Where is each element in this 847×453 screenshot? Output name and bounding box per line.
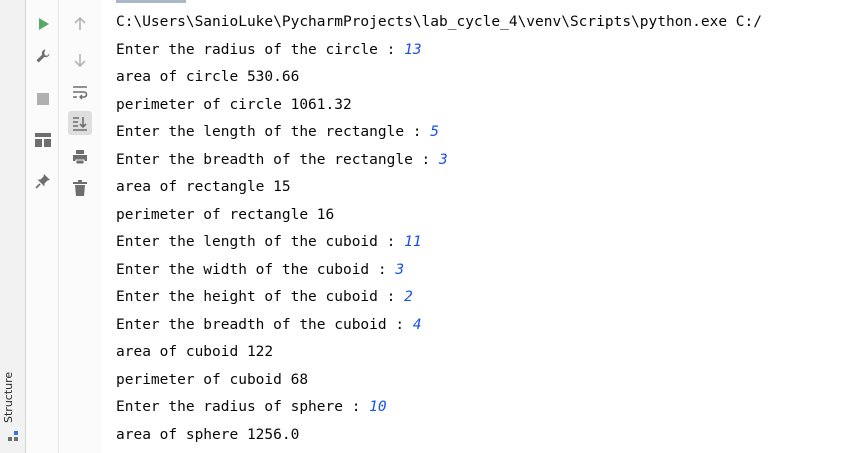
console-line-text: area of cuboid 122 (116, 344, 274, 360)
console-output[interactable]: C:\Users\SanioLuke\PycharmProjects\lab_c… (101, 0, 847, 453)
console-line: Enter the width of the cuboid : 3 (116, 260, 404, 280)
edit-configuration-button[interactable] (31, 44, 55, 68)
console-line: Enter the height of the cuboid : 2 (116, 287, 413, 307)
run-toolbar (26, 0, 59, 453)
console-line: perimeter of cuboid 68 (116, 370, 308, 390)
pin-tab-button[interactable] (31, 169, 55, 193)
console-line-command: C:\Users\SanioLuke\PycharmProjects\lab_c… (116, 12, 762, 32)
layout-button[interactable] (31, 128, 55, 152)
console-line-input: 10 (369, 399, 387, 415)
soft-wrap-button[interactable] (68, 80, 92, 104)
print-button[interactable] (68, 145, 92, 169)
arrow-up-icon (74, 17, 86, 30)
console-line: Enter the radius of sphere : 10 (116, 397, 387, 417)
scroll-up-button[interactable] (68, 12, 92, 36)
console-line-text: Enter the radius of sphere : (116, 399, 370, 415)
pin-icon (35, 174, 50, 189)
soft-wrap-icon (73, 86, 88, 100)
console-line-text: Enter the breadth of the cuboid : (116, 317, 413, 333)
trash-icon (73, 180, 87, 196)
console-line-input: 4 (412, 317, 422, 333)
console-line-input: 11 (404, 234, 422, 250)
console-line-input: 2 (404, 289, 413, 305)
structure-tab-label[interactable]: Structure (2, 372, 15, 423)
console-line-text: Enter the length of the rectangle : (116, 124, 431, 140)
console-line-text: perimeter of circle 1061.32 (116, 97, 352, 113)
structure-icon[interactable] (8, 431, 18, 441)
console-line-input: 13 (404, 42, 422, 58)
console-line-text: Enter the width of the cuboid : (116, 262, 396, 278)
scroll-to-end-icon (73, 117, 87, 131)
console-line-text: perimeter of cuboid 68 (116, 372, 309, 388)
console-line: Enter the breadth of the rectangle : 3 (116, 150, 448, 170)
console-line: perimeter of circle 1061.32 (116, 95, 352, 115)
scroll-to-end-button[interactable] (68, 111, 92, 135)
console-line: Enter the length of the cuboid : 11 (116, 232, 422, 252)
stop-icon (37, 93, 49, 105)
console-line-text: Enter the height of the cuboid : (116, 289, 405, 305)
wrench-icon (36, 49, 50, 63)
console-line: area of rectangle 15 (116, 177, 291, 197)
console-line-text: Enter the radius of the circle : (116, 42, 405, 58)
structure-tool-strip: Structure (0, 0, 26, 453)
console-line-input: 5 (430, 124, 440, 140)
arrow-down-icon (74, 54, 86, 67)
console-line-input: 3 (395, 262, 405, 278)
clear-all-button[interactable] (68, 176, 92, 200)
scroll-down-button[interactable] (68, 48, 92, 72)
play-icon (39, 18, 49, 30)
console-line: Enter the breadth of the cuboid : 4 (116, 315, 422, 335)
console-line-text: Enter the length of the cuboid : (116, 234, 405, 250)
console-line: Enter the radius of the circle : 13 (116, 40, 422, 60)
console-line-input: 3 (439, 152, 448, 168)
console-line-text: area of circle 530.66 (116, 69, 300, 85)
console-line-text: area of rectangle 15 (116, 179, 291, 195)
console-line: area of cuboid 122 (116, 342, 273, 362)
console-line-text: area of sphere 1256.0 (116, 427, 300, 443)
console-line: Enter the length of the rectangle : 5 (116, 122, 439, 142)
console-line: area of sphere 1256.0 (116, 425, 299, 445)
console-line-text: perimeter of rectangle 16 (116, 207, 335, 223)
console-line: area of circle 530.66 (116, 67, 299, 87)
layout-icon (35, 133, 51, 147)
rerun-button[interactable] (31, 12, 55, 36)
console-toolbar (59, 0, 101, 453)
console-line: perimeter of rectangle 16 (116, 205, 334, 225)
console-line-text: C:\Users\SanioLuke\PycharmProjects\lab_c… (116, 14, 763, 30)
stop-button[interactable] (31, 87, 55, 111)
print-icon (73, 150, 87, 165)
console-line-text: Enter the breadth of the rectangle : (116, 152, 440, 168)
